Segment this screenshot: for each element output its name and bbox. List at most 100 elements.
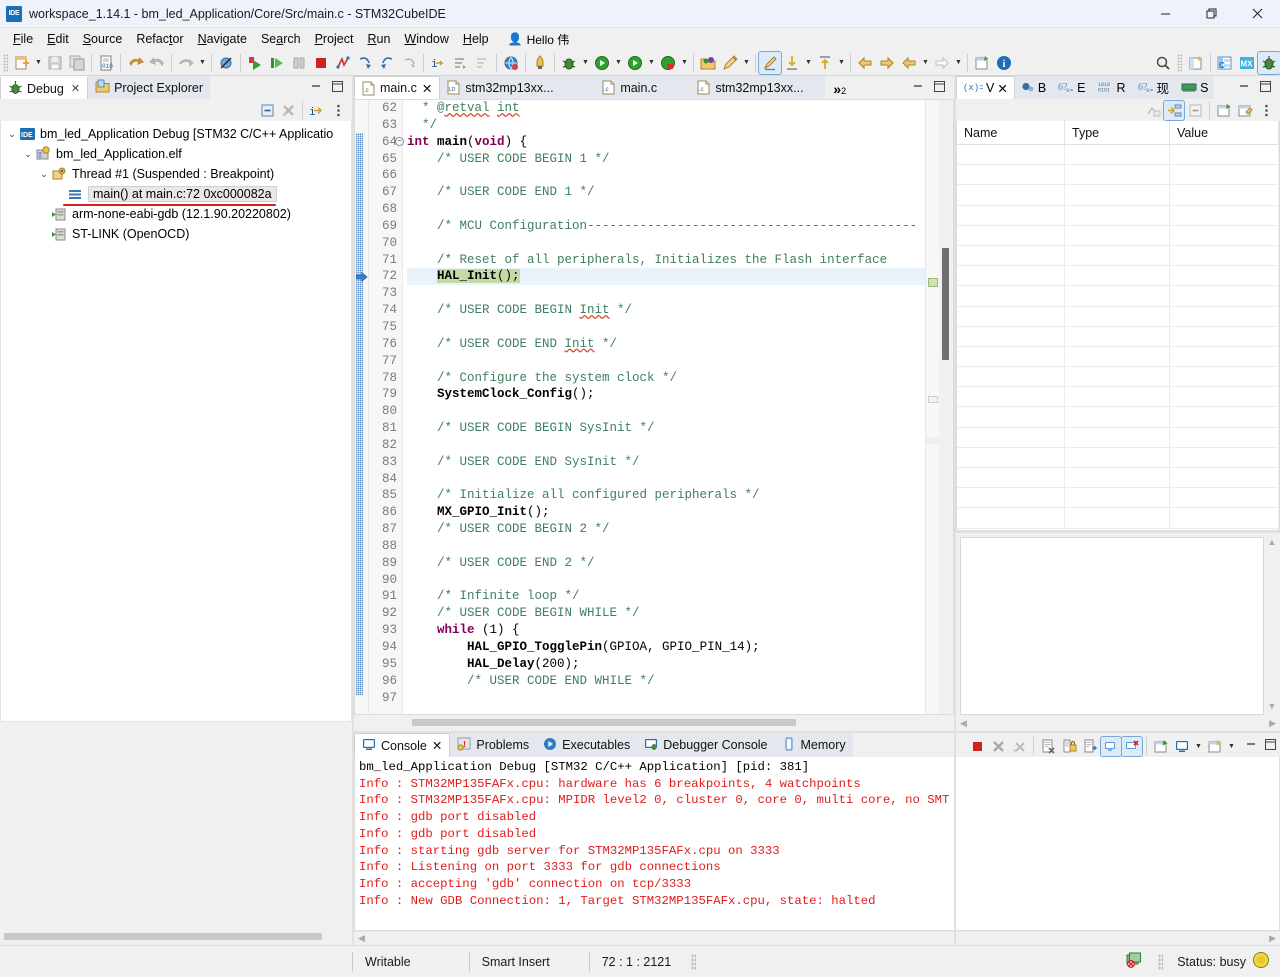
scroll-right-icon[interactable]: ▶ [1269,718,1276,729]
console-output[interactable]: bm_led_Application Debug [STM32 C/C++ Ap… [354,757,1280,931]
run-icon[interactable] [591,52,613,74]
remove-terminated-icon[interactable] [278,101,298,120]
restart-alt-icon[interactable] [471,52,493,74]
save-icon[interactable] [44,52,66,74]
scroll-up-icon[interactable]: ▲ [1268,537,1277,547]
scroll-thumb[interactable] [412,719,796,726]
column-header-type[interactable]: Type [1065,121,1170,144]
step-out-icon[interactable] [398,52,420,74]
run-dropdown-arrow[interactable]: ▼ [613,52,624,74]
perspective-debug-icon[interactable] [1257,50,1280,75]
tab-problems[interactable]: Problems [450,733,537,757]
minimize-icon[interactable] [310,80,323,96]
info-icon[interactable]: i [993,52,1015,74]
open-console-icon[interactable] [1205,737,1225,756]
code-line[interactable] [407,572,925,589]
menu-window[interactable]: Window [397,30,455,48]
debug-icon[interactable] [558,52,580,74]
column-header-name[interactable]: Name [957,121,1065,144]
code-line[interactable]: /* USER CODE END Init */ [407,336,925,353]
maximize-window-button[interactable] [1188,0,1234,28]
code-line[interactable] [407,403,925,420]
view-menu-icon[interactable] [1256,101,1276,120]
scroll-lock-icon[interactable] [1059,737,1079,756]
maximize-icon[interactable] [1259,80,1272,96]
show-type-names-icon[interactable] [1143,101,1163,120]
run-last-tool-icon[interactable] [175,52,197,74]
code-line[interactable]: * @retval int [407,100,925,117]
scroll-right-icon[interactable]: ▶ [1269,933,1276,944]
undo-icon[interactable] [124,52,146,74]
editor-tab-stm32mp13xx-c[interactable]: .c stm32mp13xx... [690,76,826,99]
table-row[interactable] [957,145,1279,166]
view-menu-i-icon[interactable]: i [307,101,327,120]
tab-memory[interactable]: Memory [774,733,853,757]
editor-hscrollbar[interactable] [354,715,954,731]
scroll-left-icon[interactable]: ◀ [358,933,365,944]
redo-icon[interactable] [146,52,168,74]
tab-memory-browser[interactable]: S [1175,76,1215,99]
status-resize-grip[interactable] [691,953,697,970]
run-config-icon[interactable] [624,52,646,74]
code-line[interactable]: /* Reset of all peripherals, Initializes… [407,252,925,269]
coverage-dropdown-arrow[interactable]: ▼ [679,52,690,74]
code-line[interactable] [407,437,925,454]
perspective-c-icon[interactable]: C [1214,52,1236,74]
minimize-icon[interactable] [1238,80,1251,96]
table-row[interactable] [957,165,1279,186]
forward-grey-dropdown-arrow[interactable]: ▼ [953,52,964,74]
back-history-dropdown-arrow[interactable]: ▼ [920,52,931,74]
resume-icon[interactable] [244,52,266,74]
pin-console-icon[interactable] [1151,737,1171,756]
menu-search[interactable]: Search [254,30,308,48]
close-icon[interactable]: ✕ [422,81,432,96]
debug-tree[interactable]: ⌄ IDE bm_led_Application Debug [STM32 C/… [0,121,352,722]
code-line[interactable]: */ [407,117,925,134]
pencil-icon[interactable] [719,52,741,74]
column-header-value[interactable]: Value [1170,121,1279,144]
table-row[interactable] [957,326,1279,347]
table-row[interactable] [957,407,1279,428]
table-row[interactable] [957,488,1279,509]
display-console-dropdown-arrow[interactable]: ▼ [1193,735,1204,757]
menu-project[interactable]: Project [308,30,361,48]
code-line[interactable]: HAL_GPIO_TogglePin(GPIOA, GPIO_PIN_14); [407,639,925,656]
panel-divider-bottom[interactable] [354,731,1280,733]
source-code[interactable]: * @retval int */ int main(void) { /* USER… [403,100,925,714]
marker-icon[interactable] [758,50,782,75]
close-window-button[interactable] [1234,0,1280,28]
code-line[interactable] [407,319,925,336]
code-line[interactable]: /* USER CODE BEGIN 1 */ [407,151,925,168]
table-row[interactable] [957,367,1279,388]
code-line[interactable]: /* USER CODE END WHILE */ [407,673,925,690]
show-logical-structure-icon[interactable] [1163,99,1185,121]
table-row[interactable] [957,266,1279,287]
tree-row-gdb[interactable]: arm-none-eabi-gdb (12.1.90.20220802) [1,204,351,224]
tree-row-elf[interactable]: ⌄ bm_led_Application.elf [1,144,351,164]
table-row[interactable] [957,306,1279,327]
terminate-icon[interactable] [967,737,987,756]
code-line[interactable]: HAL_Init(); [407,268,925,286]
code-line[interactable]: /* Initialize all configured peripherals… [407,487,925,504]
close-icon[interactable]: ✕ [71,82,80,95]
build-icon[interactable] [529,52,551,74]
debug-dropdown-arrow[interactable]: ▼ [580,52,591,74]
code-line[interactable]: MX_GPIO_Init(); [407,504,925,521]
show-console-on-output-icon[interactable] [1100,735,1122,757]
editor-tab-main-c[interactable]: .c main.c ✕ [354,76,441,99]
new-wizard-icon[interactable] [11,52,33,74]
forward-grey-icon[interactable] [931,52,953,74]
tab-debugger-console[interactable]: Debugger Console [637,733,775,757]
table-row[interactable] [957,508,1279,529]
editor-tab-overflow[interactable]: » 2 [825,81,852,99]
code-line[interactable] [407,538,925,555]
forward-icon[interactable] [876,52,898,74]
suspend-icon[interactable] [288,52,310,74]
back-history-icon[interactable] [898,52,920,74]
pencil-dropdown-arrow[interactable]: ▼ [741,52,752,74]
code-line[interactable] [407,235,925,252]
expand-arrow-icon[interactable]: ⌄ [21,149,35,160]
terminate-icon[interactable] [310,52,332,74]
code-line[interactable] [407,690,925,707]
perspective-mx-icon[interactable]: MX [1236,52,1258,74]
